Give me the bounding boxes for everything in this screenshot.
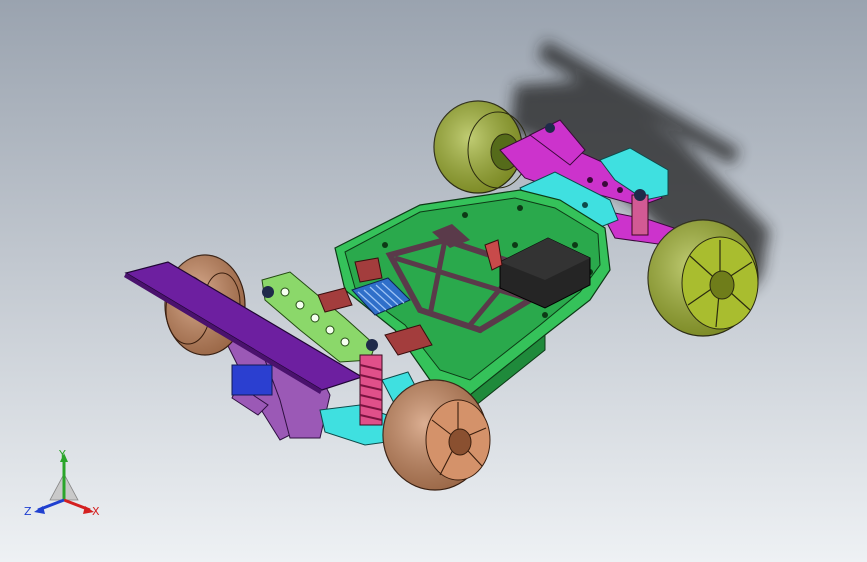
y-axis-label: Y	[58, 448, 66, 461]
rear-right-wheel[interactable]	[647, 219, 759, 337]
front-blue-block	[231, 364, 273, 396]
z-axis-label: Z	[24, 505, 32, 518]
coordinate-triad: Y X Z	[24, 448, 100, 518]
rear-shock-absorber[interactable]	[631, 189, 649, 236]
front-shock-spring[interactable]	[359, 354, 383, 426]
rc-car-assembly-model[interactable]	[0, 0, 867, 562]
graphics-viewport[interactable]: Y X Z	[0, 0, 867, 562]
x-axis-label: X	[92, 505, 100, 518]
